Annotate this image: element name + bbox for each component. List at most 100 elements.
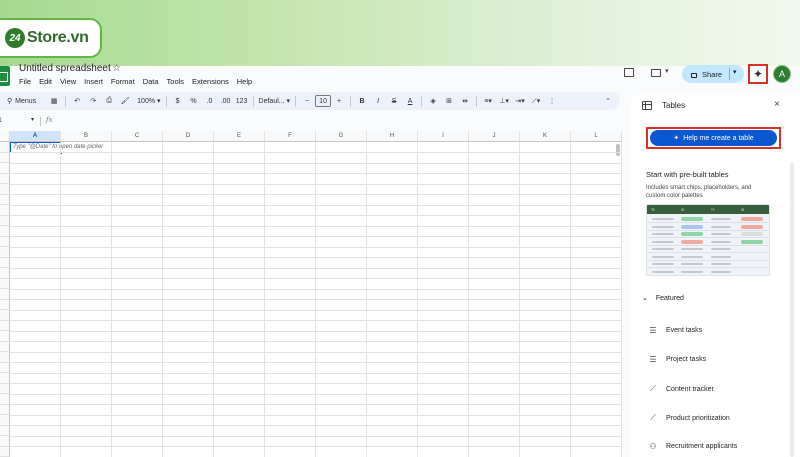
row-header[interactable]	[0, 205, 10, 216]
row-header[interactable]	[0, 320, 10, 331]
merge-cells-icon[interactable]: ⇹	[459, 94, 471, 108]
column-header[interactable]: I	[418, 131, 469, 142]
row-header[interactable]	[0, 194, 10, 205]
row-header[interactable]	[0, 362, 10, 373]
column-header[interactable]: L	[571, 131, 622, 142]
featured-item-product-prioritization[interactable]: ⟋ Product prioritization	[648, 413, 730, 423]
table-preview-image[interactable]: Tt ⊙ ⚇ ⊙	[646, 204, 770, 276]
row-header[interactable]	[0, 236, 10, 247]
chevron-down-icon[interactable]: ▾	[31, 116, 34, 123]
menu-data[interactable]: Data	[143, 77, 159, 86]
column-header[interactable]: E	[214, 131, 265, 142]
row-header[interactable]	[0, 436, 10, 447]
column-header[interactable]: C	[112, 131, 163, 142]
gemini-sparkle-icon[interactable]: ✦	[748, 64, 768, 84]
featured-item-project-tasks[interactable]: ☰ Project tasks	[648, 355, 706, 364]
menus-search[interactable]: ⚲ Menus	[3, 94, 40, 108]
text-rotate-icon[interactable]: ⟋▾	[530, 94, 542, 108]
strikethrough-button[interactable]: S	[388, 94, 400, 108]
italic-button[interactable]: I	[372, 94, 384, 108]
name-box[interactable]: 1	[0, 117, 2, 124]
fill-color-icon[interactable]: ◈	[427, 94, 439, 108]
row-header[interactable]	[0, 226, 10, 237]
row-header[interactable]	[0, 247, 10, 258]
undo-icon[interactable]: ↶	[71, 94, 83, 108]
row-header[interactable]	[0, 373, 10, 384]
row-header[interactable]	[0, 278, 10, 289]
column-header[interactable]: H	[367, 131, 418, 142]
bold-button[interactable]: B	[356, 94, 368, 108]
avatar[interactable]: A	[773, 65, 791, 83]
document-title[interactable]: Untitled spreadsheet	[19, 63, 111, 74]
row-header[interactable]	[0, 310, 10, 321]
column-header[interactable]: A	[10, 131, 61, 142]
vertical-align-icon[interactable]: ⊥▾	[498, 94, 510, 108]
column-header[interactable]: B	[61, 131, 112, 142]
close-icon[interactable]: ×	[774, 99, 780, 110]
featured-section-toggle[interactable]: ⌄ Featured	[642, 294, 684, 303]
menu-view[interactable]: View	[60, 77, 76, 86]
vertical-scrollbar[interactable]	[616, 144, 620, 156]
text-wrap-icon[interactable]: ⇥▾	[514, 94, 526, 108]
featured-item-content-tracker[interactable]: ⟋ Content tracker	[648, 384, 714, 394]
star-icon[interactable]: ☆	[112, 63, 121, 74]
featured-item-event-tasks[interactable]: ☰ Event tasks	[648, 326, 702, 335]
font-size-input[interactable]: 10	[315, 95, 332, 107]
menu-edit[interactable]: Edit	[39, 77, 52, 86]
paint-format-icon[interactable]: 🖌︎	[119, 94, 131, 108]
row-header[interactable]	[0, 415, 10, 426]
row-header[interactable]	[0, 257, 10, 268]
column-header[interactable]: J	[469, 131, 520, 142]
row-header[interactable]	[0, 446, 10, 457]
share-dropdown-icon[interactable]: ▾	[733, 68, 737, 76]
row-header[interactable]	[0, 394, 10, 405]
column-header[interactable]: D	[163, 131, 214, 142]
row-header[interactable]	[0, 352, 10, 363]
row-header[interactable]	[0, 163, 10, 174]
font-size-decrease[interactable]: −	[301, 94, 313, 108]
select-all-corner[interactable]	[0, 131, 10, 142]
row-header[interactable]	[0, 173, 10, 184]
currency-button[interactable]: $	[172, 94, 184, 108]
video-call-icon[interactable]	[651, 69, 661, 77]
row-header[interactable]	[0, 425, 10, 436]
share-button[interactable]: Share ▾	[682, 65, 744, 83]
text-color-button[interactable]: A	[404, 94, 416, 108]
spreadsheet-grid[interactable]: Type "@Date" to open date picker ABCDEFG…	[0, 131, 622, 457]
row-header[interactable]	[0, 331, 10, 342]
menu-help[interactable]: Help	[237, 77, 252, 86]
increase-decimal-button[interactable]: .00	[220, 94, 232, 108]
column-header[interactable]: G	[316, 131, 367, 142]
row-header[interactable]	[0, 268, 10, 279]
zoom-select[interactable]: 100% ▾	[137, 94, 160, 108]
row-header[interactable]	[0, 152, 10, 163]
decrease-decimal-button[interactable]: .0	[204, 94, 216, 108]
menu-insert[interactable]: Insert	[84, 77, 103, 86]
panel-scrollbar[interactable]	[790, 163, 794, 457]
number-format-button[interactable]: 123	[236, 94, 248, 108]
redo-icon[interactable]: ↷	[87, 94, 99, 108]
borders-icon[interactable]: ⊞	[443, 94, 455, 108]
menu-file[interactable]: File	[19, 77, 31, 86]
chevron-down-icon[interactable]: ▾	[665, 67, 669, 75]
font-select[interactable]: Defaul... ▾	[259, 94, 291, 108]
comment-icon[interactable]	[624, 68, 634, 77]
column-header[interactable]: K	[520, 131, 571, 142]
sheets-logo-icon[interactable]	[0, 66, 10, 86]
row-header[interactable]	[0, 341, 10, 352]
row-header[interactable]	[0, 383, 10, 394]
row-header[interactable]	[0, 299, 10, 310]
font-size-increase[interactable]: +	[333, 94, 345, 108]
help-me-create-table-button[interactable]: ✦ Help me create a table	[650, 130, 777, 146]
column-header[interactable]: F	[265, 131, 316, 142]
collapse-toolbar-icon[interactable]: ⌃	[602, 94, 614, 108]
menu-extensions[interactable]: Extensions	[192, 77, 229, 86]
menu-tools[interactable]: Tools	[167, 77, 185, 86]
percent-button[interactable]: %	[188, 94, 200, 108]
menu-format[interactable]: Format	[111, 77, 135, 86]
align-icon[interactable]: ≡▾	[482, 94, 494, 108]
featured-item-recruitment-applicants[interactable]: ⚇ Recruitment applicants	[648, 442, 737, 451]
row-header[interactable]	[0, 289, 10, 300]
print-icon[interactable]: ⎙	[103, 94, 115, 108]
calendar-icon[interactable]: ▦	[48, 94, 60, 108]
